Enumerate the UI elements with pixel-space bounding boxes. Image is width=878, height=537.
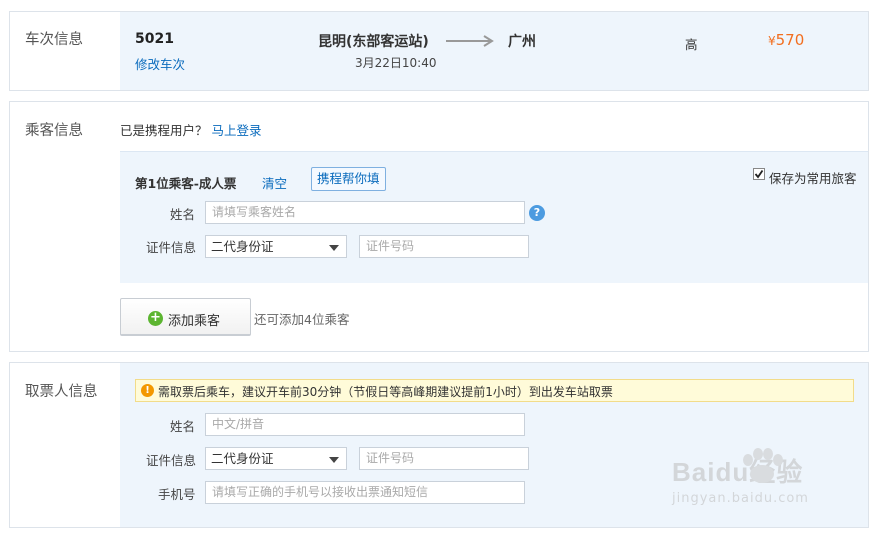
phone-input[interactable]: 请填写正确的手机号以接收出票通知短信 xyxy=(205,481,525,504)
ticket-pickup-section: 取票人信息 ! 需取票后乘车，建议开车前30分钟（节假日等高峰期建议提前1小时）… xyxy=(9,362,869,528)
to-station: 广州 xyxy=(508,34,536,50)
pickup-notice-text: 需取票后乘车，建议开车前30分钟（节假日等高峰期建议提前1小时）到出发车站取票 xyxy=(158,385,613,399)
member-prompt-text: 已是携程用户？ xyxy=(120,123,208,138)
id-type-select[interactable]: 二代身份证 xyxy=(205,235,347,258)
chevron-down-icon xyxy=(329,245,339,251)
add-passenger-button[interactable]: + 添加乘客 xyxy=(120,298,251,336)
passenger-section-label: 乘客信息 xyxy=(25,123,83,139)
train-section-label: 车次信息 xyxy=(25,32,83,48)
pickup-panel: ! 需取票后乘车，建议开车前30分钟（节假日等高峰期建议提前1小时）到出发车站取… xyxy=(120,363,868,527)
warning-icon: ! xyxy=(141,384,154,397)
passenger-card-title: 第1位乘客-成人票 xyxy=(135,176,237,191)
train-info-panel: 5021 修改车次 昆明(东部客运站) 3月22日10:40 广州 高 ¥570 xyxy=(120,12,868,90)
pickup-name-label: 姓名 xyxy=(170,419,196,434)
train-info-section: 车次信息 5021 修改车次 昆明(东部客运站) 3月22日10:40 广州 高… xyxy=(9,11,869,91)
name-label: 姓名 xyxy=(170,207,196,222)
clear-link[interactable]: 清空 xyxy=(262,173,287,192)
plus-icon: + xyxy=(148,311,163,326)
passenger-card: 第1位乘客-成人票 清空 携程帮你填 保存为常用旅客 姓名 请填写乘客姓名 ? … xyxy=(120,151,868,283)
pickup-id-type-select[interactable]: 二代身份证 xyxy=(205,447,347,470)
chevron-down-icon xyxy=(329,457,339,463)
seat-class: 高 xyxy=(685,37,698,52)
pickup-section-label: 取票人信息 xyxy=(25,384,98,400)
modify-train-link[interactable]: 修改车次 xyxy=(135,54,185,73)
depart-time: 3月22日10:40 xyxy=(355,56,437,70)
pickup-id-label: 证件信息 xyxy=(146,453,197,468)
login-link[interactable]: 马上登录 xyxy=(212,123,262,138)
checkmark-icon xyxy=(754,169,764,179)
autofill-button[interactable]: 携程帮你填 xyxy=(311,167,386,191)
arrow-right-icon xyxy=(446,35,494,47)
help-icon[interactable]: ? xyxy=(529,205,545,221)
id-label: 证件信息 xyxy=(146,240,197,255)
save-traveler-checkbox[interactable] xyxy=(753,168,765,180)
login-prompt: 已是携程用户？ 马上登录 xyxy=(120,120,262,139)
price-value: 570 xyxy=(775,31,805,49)
add-passenger-label: 添加乘客 xyxy=(168,314,221,329)
id-number-input[interactable]: 证件号码 xyxy=(359,235,529,258)
pickup-id-number-input[interactable]: 证件号码 xyxy=(359,447,529,470)
remaining-passengers-text: 还可添加4位乘客 xyxy=(254,312,350,327)
pickup-id-type-value: 二代身份证 xyxy=(211,451,274,466)
from-station: 昆明(东部客运站) xyxy=(318,34,429,50)
pickup-name-input[interactable]: 中文/拼音 xyxy=(205,413,525,436)
currency-symbol: ¥ xyxy=(768,34,776,48)
passenger-info-section: 乘客信息 已是携程用户？ 马上登录 第1位乘客-成人票 清空 携程帮你填 保存为… xyxy=(9,101,869,352)
train-number: 5021 xyxy=(135,31,174,47)
id-type-value: 二代身份证 xyxy=(211,239,274,254)
phone-label: 手机号 xyxy=(158,487,196,502)
save-traveler-label: 保存为常用旅客 xyxy=(769,171,857,186)
pickup-notice: ! 需取票后乘车，建议开车前30分钟（节假日等高峰期建议提前1小时）到出发车站取… xyxy=(135,379,854,402)
price: ¥570 xyxy=(768,31,804,49)
passenger-name-input[interactable]: 请填写乘客姓名 xyxy=(205,201,525,224)
